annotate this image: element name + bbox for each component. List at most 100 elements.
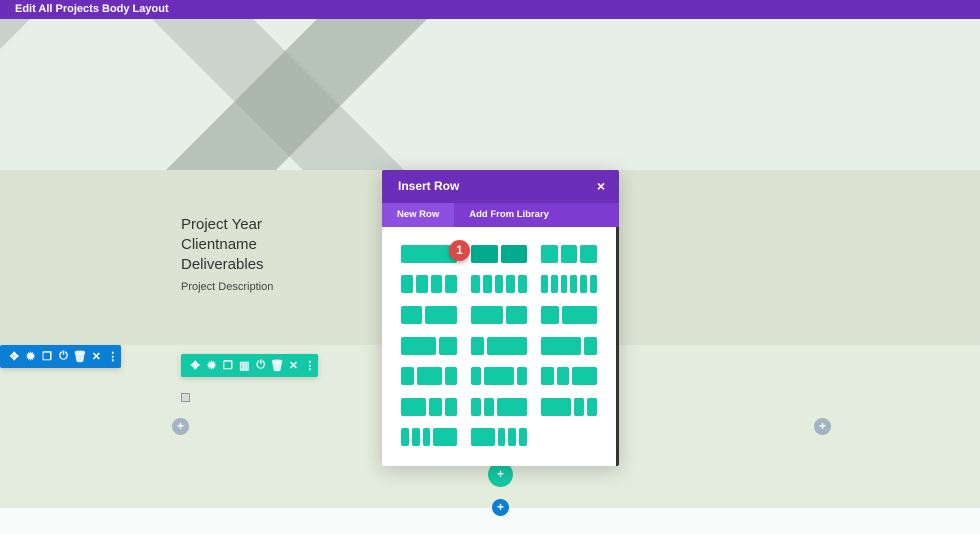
layout-column	[572, 367, 597, 385]
layout-column	[541, 398, 571, 416]
layout-column	[505, 306, 527, 324]
layout-column	[497, 398, 527, 416]
layout-column	[541, 275, 548, 293]
row-layout-option[interactable]	[401, 337, 457, 355]
hero-section	[0, 19, 980, 170]
row-layout-option[interactable]	[401, 306, 457, 324]
row-layout-option[interactable]	[401, 367, 457, 385]
row-layout-option[interactable]	[471, 398, 527, 416]
power-icon[interactable]: ⏻	[55, 350, 71, 363]
layout-column	[471, 367, 481, 385]
row-layout-option[interactable]	[401, 428, 457, 446]
layout-column	[541, 245, 558, 263]
layout-column	[519, 428, 527, 446]
layout-column	[484, 398, 494, 416]
layout-column	[541, 306, 559, 324]
layout-column	[590, 275, 597, 293]
layout-column	[583, 337, 597, 355]
add-module-button[interactable]: +	[814, 418, 831, 435]
layout-column	[482, 275, 492, 293]
gear-icon[interactable]: ✹	[203, 359, 219, 372]
scrollbar[interactable]	[616, 227, 619, 466]
layout-column	[560, 245, 578, 263]
move-icon[interactable]: ✥	[6, 350, 22, 363]
layout-column	[401, 337, 437, 355]
layout-column	[506, 275, 516, 293]
section-toolbar: ✥ ✹ ❐ ⏻ 🗑 ✕ ⋮	[0, 345, 121, 368]
layout-column	[444, 398, 457, 416]
row-layout-option[interactable]	[541, 306, 597, 324]
layout-column	[497, 428, 506, 446]
layout-column	[444, 367, 457, 385]
close-icon[interactable]: ×	[597, 170, 605, 203]
modal-tabs: New Row Add From Library	[382, 203, 619, 227]
row-layout-option[interactable]	[471, 428, 527, 446]
row-layout-option[interactable]	[541, 398, 597, 416]
layout-column	[487, 337, 527, 355]
layout-column	[580, 245, 597, 263]
tab-add-from-library[interactable]: Add From Library	[454, 203, 564, 227]
client-name: Clientname	[181, 236, 257, 253]
insert-row-modal: Insert Row × New Row Add From Library	[382, 170, 619, 466]
layout-column	[401, 398, 426, 416]
modal-title: Insert Row	[398, 179, 460, 193]
layout-column	[471, 428, 495, 446]
layout-column	[425, 306, 457, 324]
add-module-button[interactable]: +	[172, 418, 189, 435]
row-layout-option[interactable]	[541, 337, 597, 355]
layout-column	[541, 337, 581, 355]
layout-column	[429, 398, 442, 416]
layout-column	[401, 275, 413, 293]
layout-column	[570, 275, 578, 293]
row-layout-option[interactable]	[471, 337, 527, 355]
layout-column	[587, 398, 597, 416]
layout-column	[560, 275, 568, 293]
layout-column	[415, 275, 428, 293]
layout-column	[580, 275, 588, 293]
trash-icon[interactable]: 🗑	[269, 359, 285, 372]
layout-column	[556, 367, 569, 385]
duplicate-icon[interactable]: ❐	[220, 359, 236, 372]
add-section-button[interactable]: +	[492, 499, 509, 516]
builder-top-bar: Edit All Projects Body Layout	[0, 0, 980, 19]
tab-new-row[interactable]: New Row	[382, 203, 455, 227]
modal-header: Insert Row ×	[382, 170, 619, 203]
layout-column	[500, 245, 527, 263]
layout-column	[518, 275, 527, 293]
row-layout-option[interactable]	[541, 367, 597, 385]
row-toolbar: ✥ ✹ ❐ ▥ ⏻ 🗑 ✕ ⋮	[181, 354, 318, 377]
hero-background-shapes	[0, 19, 427, 170]
columns-icon[interactable]: ▥	[236, 359, 252, 372]
row-layout-option[interactable]	[471, 275, 527, 293]
row-layout-option[interactable]	[471, 367, 527, 385]
layout-column	[430, 275, 443, 293]
row-layout-option[interactable]	[471, 245, 527, 263]
power-icon[interactable]: ⏻	[253, 359, 269, 372]
close-icon[interactable]: ✕	[88, 350, 104, 363]
trash-icon[interactable]: 🗑	[72, 350, 88, 363]
layout-column	[471, 306, 503, 324]
more-icon[interactable]: ⋮	[302, 359, 318, 372]
row-layout-option[interactable]	[471, 306, 527, 324]
project-description: Project Description	[181, 281, 274, 293]
layout-column	[561, 306, 597, 324]
move-icon[interactable]: ✥	[187, 359, 203, 372]
row-layout-option[interactable]	[541, 275, 597, 293]
layout-column	[508, 428, 517, 446]
row-layout-option[interactable]	[401, 398, 457, 416]
layout-column	[574, 398, 584, 416]
row-layout-option[interactable]	[541, 245, 597, 263]
layout-column	[471, 337, 485, 355]
more-icon[interactable]: ⋮	[105, 350, 121, 363]
broken-image-icon	[181, 393, 190, 402]
gear-icon[interactable]: ✹	[22, 350, 38, 363]
layout-column	[401, 428, 409, 446]
layout-column	[445, 275, 457, 293]
close-icon[interactable]: ✕	[285, 359, 301, 372]
deliverables: Deliverables	[181, 256, 264, 273]
duplicate-icon[interactable]: ❐	[39, 350, 55, 363]
layout-column	[401, 306, 423, 324]
layout-column	[433, 428, 457, 446]
row-layout-option[interactable]	[401, 275, 457, 293]
layout-column	[517, 367, 527, 385]
